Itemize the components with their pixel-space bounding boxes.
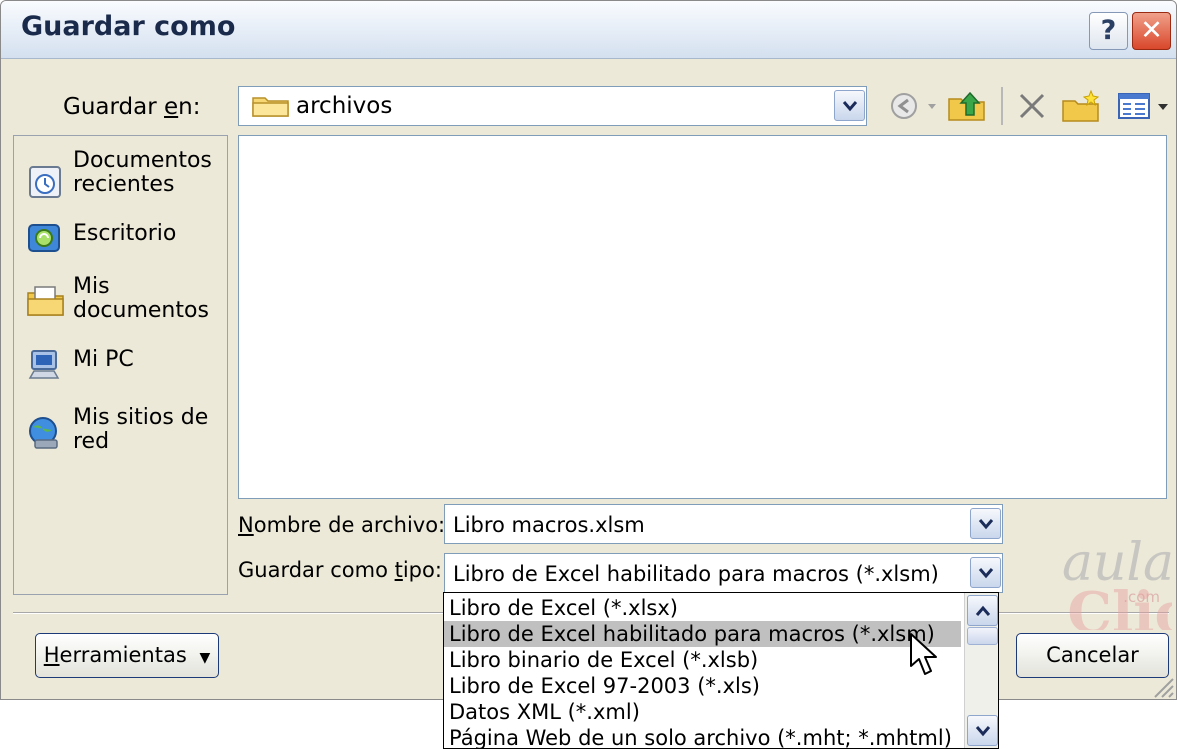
resize-grip-icon[interactable] xyxy=(1149,673,1175,699)
place-label: Mis documentos xyxy=(73,274,209,323)
mouse-cursor-icon xyxy=(910,633,937,675)
desktop-icon xyxy=(28,224,60,252)
save-in-combo[interactable]: archivos xyxy=(238,86,867,126)
place-my-computer[interactable]: Mi PC xyxy=(26,348,226,382)
filetype-option-selected[interactable]: Libro de Excel habilitado para macros (*… xyxy=(444,621,961,647)
dropdown-scrollbar[interactable] xyxy=(964,593,998,748)
filetype-option[interactable]: Libro de Excel (*.xlsx) xyxy=(444,595,961,621)
file-list[interactable] xyxy=(238,135,1167,499)
chevron-down-icon[interactable] xyxy=(970,508,1001,539)
filename-value: Libro macros.xlsm xyxy=(453,513,645,537)
new-folder-icon[interactable] xyxy=(1061,89,1101,123)
my-documents-icon xyxy=(27,286,64,316)
tools-button-label: Herramientas xyxy=(43,643,187,667)
delete-icon[interactable] xyxy=(1015,89,1049,123)
svg-text:Clic: Clic xyxy=(1067,580,1172,630)
cancel-button[interactable]: Cancelar xyxy=(1016,633,1169,678)
save-in-value: archivos xyxy=(296,93,393,119)
filetype-value: Libro de Excel habilitado para macros (*… xyxy=(453,562,939,586)
chevron-down-icon[interactable] xyxy=(834,90,865,121)
places-bar: Documentos recientes Escritorio Mis docu… xyxy=(13,135,228,595)
place-label: Mi PC xyxy=(73,347,134,372)
filetype-option[interactable]: Libro de Excel 97-2003 (*.xls) xyxy=(444,673,961,699)
up-folder-icon[interactable] xyxy=(947,89,987,123)
filetype-option[interactable]: Libro binario de Excel (*.xlsb) xyxy=(444,647,961,673)
chevron-up-icon[interactable] xyxy=(967,595,998,626)
place-label: Documentos recientes xyxy=(73,148,212,197)
back-dropdown-icon[interactable] xyxy=(925,89,939,123)
filetype-label: Guardar como tipo: xyxy=(238,558,442,582)
filename-label: Nombre de archivo: xyxy=(238,513,446,537)
close-button[interactable]: ✕ xyxy=(1132,12,1171,50)
network-places-icon xyxy=(29,417,58,449)
toolbar-separator xyxy=(1001,87,1003,125)
folder-icon xyxy=(252,97,289,117)
place-label: Mis sitios de red xyxy=(73,405,209,454)
place-label: Escritorio xyxy=(73,221,177,246)
help-button[interactable]: ? xyxy=(1089,12,1128,50)
chevron-down-icon: ▼ xyxy=(199,650,211,666)
place-recent-documents[interactable]: Documentos recientes xyxy=(26,149,226,205)
my-computer-icon xyxy=(28,350,60,379)
back-icon[interactable] xyxy=(886,89,922,123)
filetype-select[interactable]: Libro de Excel habilitado para macros (*… xyxy=(444,553,1003,593)
place-network-places[interactable]: Mis sitios de red xyxy=(26,406,226,464)
chevron-down-icon[interactable] xyxy=(967,715,998,746)
dialog-title: Guardar como xyxy=(21,11,236,42)
place-desktop[interactable]: Escritorio xyxy=(26,222,226,256)
filetype-option[interactable]: Datos XML (*.xml) xyxy=(444,699,961,725)
chevron-down-icon[interactable] xyxy=(970,557,1001,588)
place-my-documents[interactable]: Mis documentos xyxy=(26,275,226,333)
save-in-label: Guardar en: xyxy=(63,94,201,120)
filetype-option[interactable]: Página Web de un solo archivo (*.mht; *.… xyxy=(444,725,961,748)
aulaclic-logo: aula .com Clic xyxy=(1062,533,1172,630)
filename-input[interactable]: Libro macros.xlsm xyxy=(444,504,1003,544)
views-icon[interactable] xyxy=(1115,89,1155,123)
scrollbar-thumb[interactable] xyxy=(967,627,998,645)
views-dropdown-icon[interactable] xyxy=(1155,89,1171,123)
recent-documents-icon xyxy=(29,166,61,198)
title-bar[interactable]: Guardar como ? ✕ xyxy=(1,1,1176,59)
tools-button[interactable]: Herramientas ▼ xyxy=(35,633,219,678)
